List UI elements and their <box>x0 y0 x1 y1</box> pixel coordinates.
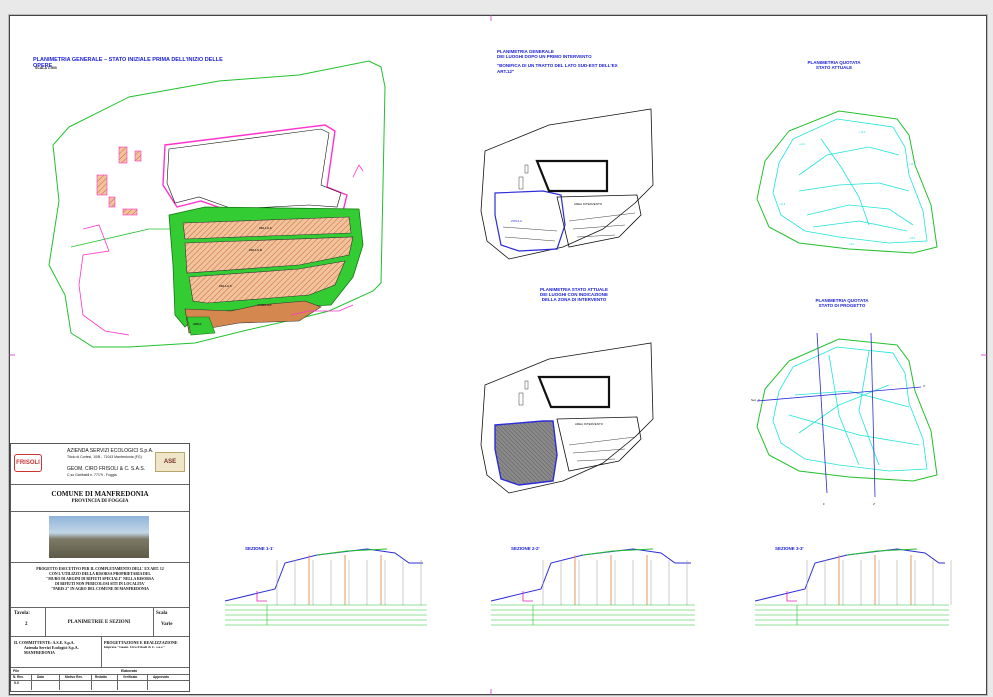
company-line-3: GEOM. CIRO FRISOLI & C. S.A.S. <box>67 466 146 472</box>
svg-text:+14.0: +14.0 <box>859 131 866 134</box>
table-number: 2 <box>25 622 28 627</box>
plan-current-state: AREA INTERVENTO <box>480 342 654 494</box>
svg-text:AREA: AREA <box>193 322 202 326</box>
company-line-2: Titolo di Cortesi, 10/B - 71043 Manfredo… <box>67 455 142 459</box>
plan-current-title-line-3: DELLA ZONA DI INTERVENTO <box>541 297 607 303</box>
plan-after-title-line-5: ART.12" <box>497 68 515 74</box>
footer-file-label: File <box>13 669 20 673</box>
client-block: IL COMMITTENTE: A.S.E. S.p.A. Azienda Se… <box>14 640 79 655</box>
drawing-sheet: CELLA A CELLA B CELLA C VIABILITA' AREA … <box>8 14 988 696</box>
project-description-row: PROGETTO ESECUTIVO PER IL COMPLETAMENTO … <box>11 563 189 608</box>
photo-row <box>11 512 189 563</box>
municipality-row: COMUNE DI MANFREDONIA PROVINCIA DI FOGGI… <box>11 485 189 512</box>
general-plan: CELLA A CELLA B CELLA C VIABILITA' AREA <box>48 60 386 348</box>
rev-col-5: Verificato <box>123 675 138 679</box>
section-2-title: SEZIONE 2-2' <box>511 546 540 551</box>
scale-value: Varie <box>161 622 173 627</box>
quota-current-title: PLANIMETRIA QUOTATA STATO ATTUALE <box>799 60 869 70</box>
plan-after-title: PLANIMETRIA GENERALE DEI LUOGHI DOPO UN … <box>497 49 647 74</box>
svg-text:1': 1' <box>823 502 826 506</box>
quota-project-title-line-2: STATO DI PROGETTO <box>818 303 866 309</box>
title-block: FRISOLI AZIENDA SERVIZI ECOLOGICI S.p.A.… <box>10 443 190 692</box>
table-row: Tavola: 2 PLANIMETRIE E SEZIONI Scala Va… <box>11 608 189 637</box>
frisoli-logo: FRISOLI <box>14 454 42 472</box>
general-plan-scale: SCALA 1:500 <box>35 66 57 70</box>
design-line-2: Impresa "Geom. Ciro Frisoli & C. s.a.s." <box>104 645 166 649</box>
svg-text:CELLA A: CELLA A <box>259 226 273 230</box>
svg-text:+10.2: +10.2 <box>909 237 916 240</box>
svg-text:AREA INTERVENTO: AREA INTERVENTO <box>574 202 603 206</box>
general-plan-title: PLANIMETRIA GENERALE – STATO INIZIALE PR… <box>33 57 223 70</box>
svg-text:+11.8: +11.8 <box>779 203 786 206</box>
scale-label: Scala <box>156 611 168 616</box>
quota-current-plan: +12.4 +14.0 +13.1 +11.8 +9.6 +10.2 <box>756 110 938 254</box>
svg-text:CELLA B: CELLA B <box>249 248 263 252</box>
site-photo <box>49 516 149 558</box>
svg-text:ZONA A: ZONA A <box>511 219 522 223</box>
company-line-1: AZIENDA SERVIZI ECOLOGICI S.p.A. <box>67 448 154 454</box>
section-drawing-1 <box>224 548 427 626</box>
rev-col-1: N. Rev. <box>13 675 24 679</box>
plan-current-title: PLANIMETRIA STATO ATTUALE DEI LUOGHI CON… <box>529 287 619 303</box>
plan-after-first-intervention: AREA INTERVENTO ZONA A <box>480 108 654 260</box>
design-block: PROGETTAZIONE E REALIZZAZIONE Impresa "G… <box>104 640 178 650</box>
svg-text:+13.1: +13.1 <box>909 163 916 166</box>
title-block-header: FRISOLI AZIENDA SERVIZI ECOLOGICI S.p.A.… <box>11 444 189 485</box>
section-1-title: SEZIONE 1-1' <box>245 546 274 551</box>
rev-number: 0.0 <box>14 681 19 685</box>
section-drawing-2 <box>490 548 695 626</box>
svg-text:CELLA C: CELLA C <box>219 284 233 288</box>
rev-col-4: Redatto <box>95 675 107 679</box>
revision-row: File Elaborato N. Rev. Data Motivo Rev. … <box>11 668 189 690</box>
project-description-line-5: "PARIS 2" IN AGRO DEL COMUNE DI MANFREDO… <box>51 587 149 591</box>
ase-logo: ASE <box>155 452 185 472</box>
client-row: IL COMMITTENTE: A.S.E. S.p.A. Azienda Se… <box>11 637 189 668</box>
rev-col-6: Approvato <box>153 675 169 679</box>
footer-elab-label: Elaborato <box>121 669 138 673</box>
province-name: PROVINCIA DI FOGGIA <box>71 499 129 504</box>
quota-project-plan: Sez. 3 3' 1' 2' <box>751 332 938 506</box>
quota-project-title: PLANIMETRIA QUOTATA STATO DI PROGETTO <box>807 298 877 308</box>
municipality-name: COMUNE DI MANFREDONIA <box>51 490 149 498</box>
company-line-4: C.so Garibaldi n. 77/79 - Foggia <box>67 473 117 477</box>
table-label: Tavola: <box>14 611 30 616</box>
svg-text:+9.6: +9.6 <box>849 243 855 246</box>
section-drawing-3 <box>754 548 952 626</box>
svg-text:3': 3' <box>923 384 926 388</box>
sections-group <box>224 548 952 626</box>
svg-text:2': 2' <box>873 502 876 506</box>
table-content: PLANIMETRIE E SEZIONI <box>67 620 131 625</box>
client-line-3: MANFREDONIA <box>24 650 55 655</box>
svg-text:Sez. 3: Sez. 3 <box>751 398 760 402</box>
rev-col-2: Data <box>37 675 44 679</box>
svg-text:+12.4: +12.4 <box>799 143 806 146</box>
section-3-title: SEZIONE 3-3' <box>775 546 804 551</box>
svg-text:AREA INTERVENTO: AREA INTERVENTO <box>575 422 604 426</box>
quota-current-title-line-2: STATO ATTUALE <box>815 65 853 71</box>
svg-text:VIABILITA': VIABILITA' <box>257 303 272 307</box>
rev-col-3: Motivo Rev. <box>65 675 83 679</box>
project-description: PROGETTO ESECUTIVO PER IL COMPLETAMENTO … <box>11 567 189 592</box>
